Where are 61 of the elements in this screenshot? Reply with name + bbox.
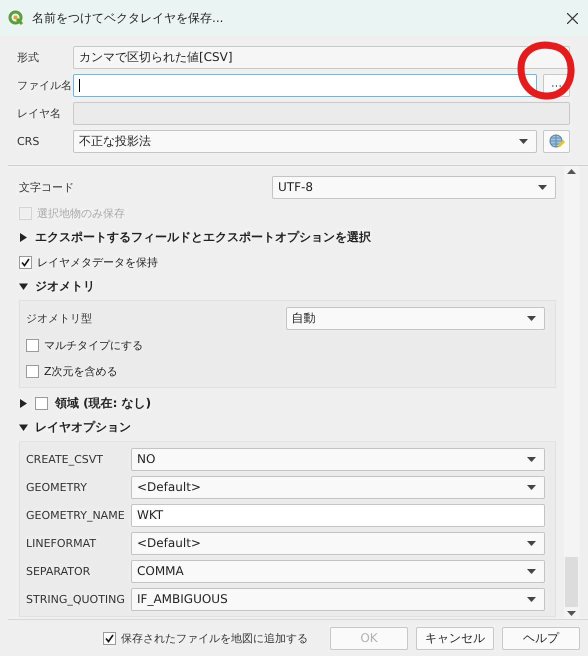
field-label: LINEFORMAT: [26, 536, 98, 550]
close-icon[interactable]: [567, 12, 578, 24]
text-field[interactable]: WKT: [131, 504, 545, 526]
field-label: GEOMETRY_NAME: [26, 508, 126, 522]
dropdown-arrow-icon: [527, 484, 536, 490]
check-icon: [105, 634, 114, 642]
section-header[interactable]: エクスポートするフィールドとエクスポートオプションを選択: [35, 229, 371, 246]
expanded-arrow-icon[interactable]: [19, 423, 28, 432]
checkbox[interactable]: [26, 338, 39, 352]
dropdown-arrow-icon: [519, 139, 528, 144]
section-header[interactable]: レイヤオプション: [35, 419, 131, 436]
dropdown[interactable]: <Default>: [131, 476, 545, 498]
checkbox-label: レイヤメタデータを保持: [37, 254, 158, 270]
field-label: SEPARATOR: [26, 564, 92, 578]
checkbox[interactable]: [19, 256, 32, 269]
field-label: ファイル名: [17, 78, 73, 93]
field-label: STRING_QUOTING: [26, 592, 126, 606]
checkbox[interactable]: [26, 364, 39, 378]
dropdown-arrow-icon: [527, 596, 536, 602]
collapsed-arrow-icon[interactable]: [19, 398, 28, 408]
dropdown[interactable]: <Default>: [131, 532, 545, 554]
checkbox[interactable]: [103, 632, 116, 644]
section-header[interactable]: ジオメトリ: [35, 278, 95, 296]
dropdown[interactable]: COMMA: [131, 560, 545, 582]
field-label: ジオメトリ型: [26, 310, 93, 326]
field-label: CRS: [17, 135, 40, 148]
field-label: レイヤ名: [17, 106, 62, 121]
dropdown[interactable]: 自動: [286, 306, 545, 330]
format-field[interactable]: カンマで区切られた値[CSV]: [73, 46, 570, 69]
dropdown-arrow-icon: [527, 456, 536, 462]
layer-name-field[interactable]: [73, 102, 570, 125]
file-name-field[interactable]: [73, 74, 537, 97]
checkbox-label: 保存されたファイルを地図に追加する: [121, 630, 308, 646]
window-title: 名前をつけてベクタレイヤを保存...: [32, 10, 224, 26]
section-header[interactable]: 領域 (現在: なし): [55, 394, 152, 412]
globe-icon: [548, 134, 564, 150]
checkbox[interactable]: [35, 396, 48, 410]
check-icon: [21, 258, 30, 267]
checkbox-label: Z次元を含める: [44, 364, 118, 378]
dialog-button[interactable]: キャンセル: [416, 626, 494, 650]
app-logo-icon: [8, 10, 24, 26]
dropdown-arrow-icon: [527, 568, 536, 574]
scroll-thumb[interactable]: [565, 557, 578, 607]
checkbox-label: マルチタイプにする: [44, 338, 143, 352]
field-label: CREATE_CSVT: [26, 452, 104, 466]
scrollbar[interactable]: [564, 166, 579, 619]
expanded-arrow-icon[interactable]: [19, 282, 28, 292]
globe-button[interactable]: [543, 130, 570, 153]
crs-dropdown[interactable]: 不正な投影法: [73, 130, 537, 153]
field-label: GEOMETRY: [26, 480, 88, 494]
field-label: 形式: [17, 50, 40, 65]
dropdown-arrow-icon: [538, 184, 547, 190]
dropdown-arrow-icon: [527, 540, 536, 546]
field-label: 文字コード: [19, 180, 75, 194]
dropdown-arrow-icon: [527, 316, 536, 320]
collapsed-arrow-icon[interactable]: [19, 233, 28, 242]
dropdown[interactable]: IF_AMBIGUOUS: [131, 588, 545, 610]
dialog-button[interactable]: ヘルプ: [502, 626, 580, 650]
dropdown[interactable]: UTF-8: [272, 176, 556, 198]
checkbox-label: 選択地物のみ保存: [37, 206, 125, 221]
dropdown[interactable]: NO: [131, 448, 545, 470]
